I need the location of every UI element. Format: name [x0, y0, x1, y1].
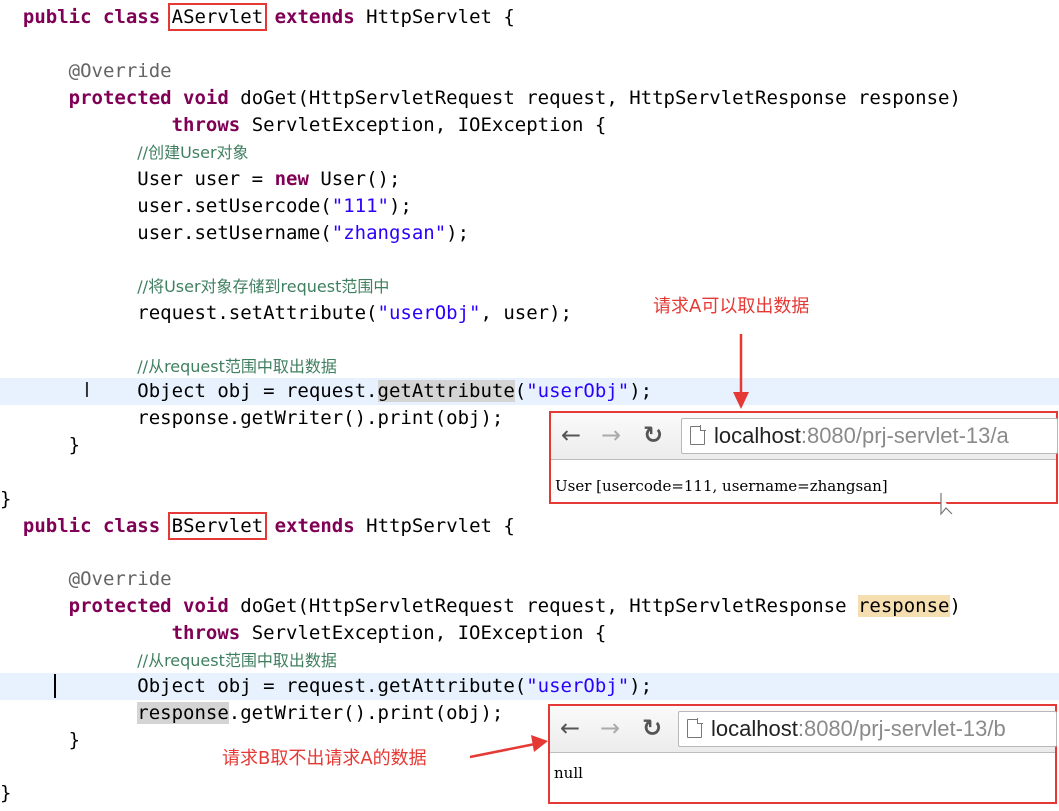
code-comment: //从request范围中取出数据: [137, 357, 337, 376]
override-annotation: @Override: [68, 60, 172, 82]
code-text: );: [388, 195, 412, 217]
code-text: User();: [320, 168, 401, 190]
closing-brace: }: [68, 729, 81, 751]
code-text: (: [514, 380, 527, 402]
page-icon: [690, 425, 706, 445]
keyword-protected: protected: [68, 87, 172, 109]
aservlet-comment-create: //创建User对象: [0, 139, 1059, 166]
keyword-class: class: [102, 6, 161, 28]
browser-window-b: ← → ↻ localhost:8080/prj-servlet-13/b nu…: [548, 704, 1057, 804]
code-text: );: [629, 380, 653, 402]
keyword-extends: extends: [274, 515, 355, 537]
code-text: .getWriter().print(obj);: [228, 702, 504, 724]
url-host: localhost: [711, 716, 798, 741]
forward-arrow-icon[interactable]: →: [596, 714, 624, 742]
forward-arrow-icon[interactable]: →: [597, 421, 625, 449]
code-text: ): [949, 595, 961, 617]
back-arrow-icon[interactable]: ←: [557, 421, 585, 449]
aservlet-get-attribute-line: Object obj = request.getAttribute("userO…: [0, 378, 1059, 405]
keyword-void: void: [183, 87, 229, 109]
keyword-public: public: [22, 515, 92, 537]
parent-class: HttpServlet {: [366, 6, 515, 28]
method-signature: doGet(HttpServletRequest request, HttpSe…: [240, 595, 858, 617]
string-literal: "111": [331, 195, 389, 217]
url-path: :8080/prj-servlet-13/b: [797, 716, 1006, 741]
keyword-class: class: [102, 515, 161, 537]
browser-toolbar: ← → ↻ localhost:8080/prj-servlet-13/a: [551, 413, 1058, 460]
callout-request-b: 请求B取不出请求A的数据: [222, 748, 427, 769]
aservlet-comment-get: //从request范围中取出数据: [0, 353, 1059, 380]
code-text: request.setAttribute(: [137, 302, 378, 324]
aservlet-comment-store: //将User对象存储到request范围中: [0, 273, 1059, 300]
string-literal: "userObj": [526, 380, 630, 402]
aservlet-new-user-line: User user = new User();: [0, 166, 1059, 193]
code-text: );: [446, 222, 470, 244]
aservlet-throws-line: throws ServletException, IOException {: [0, 112, 1059, 139]
aservlet-method-declaration: protected void doGet(HttpServletRequest …: [0, 85, 1059, 112]
reload-icon[interactable]: ↻: [638, 714, 666, 742]
code-text: );: [629, 675, 653, 697]
closing-brace: }: [68, 434, 81, 456]
keyword-throws: throws: [171, 622, 241, 644]
keyword-throws: throws: [171, 114, 241, 136]
string-literal: "zhangsan": [331, 222, 447, 244]
code-text: user.setUsercode(: [137, 195, 332, 217]
exception-list: ServletException, IOException {: [251, 622, 607, 644]
occurrence-highlight: response: [137, 702, 229, 724]
bservlet-method-declaration: protected void doGet(HttpServletRequest …: [0, 593, 1059, 620]
code-text: user.setUsername(: [137, 222, 332, 244]
bservlet-get-attribute-line: Object obj = request.getAttribute("userO…: [0, 673, 1059, 700]
url-path: :8080/prj-servlet-13/a: [800, 423, 1009, 448]
page-content: User [usercode=111, username=zhangsan]: [555, 477, 888, 495]
aservlet-override-annotation: @Override: [0, 58, 1059, 85]
url-text: localhost:8080/prj-servlet-13/a: [714, 419, 1009, 453]
code-text: Object obj = request.getAttribute(: [137, 675, 527, 697]
aservlet-class-declaration: public class AServlet extends HttpServle…: [0, 3, 1059, 31]
bservlet-comment-get: //从request范围中取出数据: [0, 647, 1059, 674]
caret: [54, 674, 56, 698]
back-arrow-icon[interactable]: ←: [556, 714, 584, 742]
bservlet-class-declaration: public class BServlet extends HttpServle…: [0, 512, 1059, 540]
parent-class: HttpServlet {: [366, 515, 515, 537]
code-comment: //从request范围中取出数据: [137, 651, 337, 670]
aservlet-set-attribute-line: request.setAttribute("userObj", user);: [0, 300, 1059, 327]
code-text: User user =: [137, 168, 275, 190]
keyword-extends: extends: [274, 6, 355, 28]
reload-icon[interactable]: ↻: [639, 421, 667, 449]
page-content: null: [554, 764, 583, 782]
browser-toolbar: ← → ↻ localhost:8080/prj-servlet-13/b: [550, 706, 1057, 753]
aservlet-set-usercode-line: user.setUsercode("111");: [0, 193, 1059, 220]
closing-brace: }: [0, 782, 12, 804]
code-comment: //创建User对象: [137, 143, 249, 162]
address-bar[interactable]: localhost:8080/prj-servlet-13/a: [681, 418, 1058, 454]
bservlet-throws-line: throws ServletException, IOException {: [0, 620, 1059, 647]
string-literal: "userObj": [526, 675, 630, 697]
keyword-public: public: [22, 6, 92, 28]
string-literal: "userObj": [377, 302, 481, 324]
closing-brace: }: [0, 488, 12, 510]
marked-occurrence: response: [857, 595, 950, 617]
aservlet-set-username-line: user.setUsername("zhangsan");: [0, 220, 1059, 247]
bservlet-override-annotation: @Override: [0, 566, 1059, 593]
code-comment: //将User对象存储到request范围中: [137, 277, 390, 296]
url-host: localhost: [714, 423, 801, 448]
aservlet-class-name: AServlet: [167, 3, 268, 31]
keyword-protected: protected: [68, 595, 172, 617]
browser-window-a: ← → ↻ localhost:8080/prj-servlet-13/a Us…: [549, 411, 1058, 504]
code-text: Object obj = request.: [137, 380, 378, 402]
method-signature: doGet(HttpServletRequest request, HttpSe…: [240, 87, 961, 109]
keyword-void: void: [183, 595, 229, 617]
keyword-new: new: [274, 168, 309, 190]
address-bar[interactable]: localhost:8080/prj-servlet-13/b: [678, 711, 1057, 747]
occurrence-highlight: getAttribute: [377, 380, 515, 402]
text-cursor-icon: I: [84, 378, 90, 402]
code-text: response.getWriter().print(obj);: [137, 407, 504, 429]
bservlet-class-name: BServlet: [167, 512, 268, 540]
exception-list: ServletException, IOException {: [251, 114, 607, 136]
url-text: localhost:8080/prj-servlet-13/b: [711, 712, 1006, 746]
page-icon: [687, 718, 703, 738]
override-annotation: @Override: [68, 568, 172, 590]
callout-request-a: 请求A可以取出数据: [653, 296, 810, 317]
code-text: , user);: [480, 302, 572, 324]
